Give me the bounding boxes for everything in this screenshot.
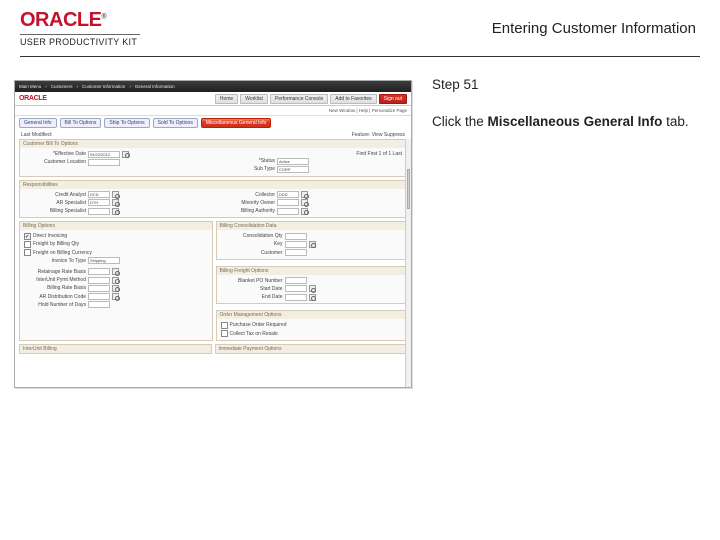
brand-trademark: ®: [101, 13, 106, 20]
breadcrumb-sep: ›: [129, 84, 131, 89]
instruction-after: tab.: [662, 114, 688, 129]
ar-specialist-input[interactable]: DTH: [88, 199, 110, 206]
breadcrumb: Main Menu › Customers › Customer Informa…: [15, 81, 411, 92]
minority-owner-input[interactable]: [277, 199, 299, 206]
checkbox-freight-qty[interactable]: [24, 241, 31, 248]
lookup-icon[interactable]: [112, 293, 119, 300]
tab-ship-to-options[interactable]: Ship To Options: [104, 118, 149, 128]
calendar-icon[interactable]: [309, 285, 316, 292]
field-sub-type: Sub Type CORP: [213, 165, 402, 173]
brand-word: ORACLE®: [20, 9, 140, 32]
nav-performance[interactable]: Performance Console: [270, 94, 328, 104]
instruction-text: Click the Miscellaneous General Info tab…: [432, 113, 696, 132]
panel-responsibilities: Responsibilities Credit AnalystDCD AR Sp…: [19, 180, 407, 219]
lookup-icon[interactable]: [112, 285, 119, 292]
page-title: Entering Customer Information: [492, 20, 696, 37]
instruction-before: Click the: [432, 114, 488, 129]
panel-freight-options: Billing Freight Options Blanket PO Numbe…: [216, 266, 408, 305]
breadcrumb-item: Main Menu: [19, 84, 41, 89]
checkbox-collect-tax[interactable]: [221, 330, 228, 337]
subheader-row: Last Modified: Feature: View Suppress: [15, 131, 411, 139]
app-screenshot: Main Menu › Customers › Customer Informa…: [14, 80, 412, 388]
nav-home[interactable]: Home: [215, 94, 238, 104]
subheader-right: Feature: View Suppress: [352, 132, 405, 138]
panel-header: Immediate Payment Options: [216, 345, 407, 353]
lookup-icon[interactable]: [301, 199, 308, 206]
brand-text: ORACLE: [20, 9, 101, 31]
lookup-icon[interactable]: [112, 277, 119, 284]
credit-analyst-input[interactable]: DCD: [88, 191, 110, 198]
panel-header: Billing Consolidation Data: [217, 222, 407, 230]
panel-header: InterUnit Billing: [20, 345, 211, 353]
lookup-icon[interactable]: [112, 191, 119, 198]
breadcrumb-item: Customer Information: [82, 84, 125, 89]
panel-immediate-payment: Immediate Payment Options: [215, 344, 408, 354]
breadcrumb-item: General Information: [135, 84, 175, 89]
breadcrumb-sep: ›: [77, 84, 79, 89]
window-links-text[interactable]: New Window | Help | Personalize Page: [329, 108, 407, 113]
panel-order-mgmt: Order Management Options Purchase Order …: [216, 310, 408, 340]
brand-logo: ORACLE® USER PRODUCTIVITY KIT: [20, 9, 140, 47]
brand-divider: [20, 34, 140, 35]
tab-bill-to-options[interactable]: Bill To Options: [60, 118, 102, 128]
billing-authority-input[interactable]: [277, 208, 299, 215]
breadcrumb-item: Customers: [51, 84, 73, 89]
field-customer-location: Customer Location: [24, 158, 213, 166]
billing-specialist-input[interactable]: [88, 208, 110, 215]
checkbox-po-required[interactable]: [221, 322, 228, 329]
collector-input[interactable]: DDD: [277, 191, 299, 198]
app-nav: Home Worklist Performance Console Add to…: [215, 94, 407, 104]
field-status: *Status Active: [213, 157, 402, 165]
step-label: Step 51: [432, 76, 696, 95]
panel-header: Responsibilities: [20, 181, 406, 189]
panel-billing-options: Billing Options ✔Direct Invoicing Freigh…: [19, 221, 213, 341]
field-effective-date: *Effective Date 04/22/2012: [24, 150, 213, 158]
scrollbar-thumb[interactable]: [407, 169, 410, 209]
nav-signout[interactable]: Sign out: [379, 94, 407, 104]
invoice-to-type-input[interactable]: Shipping: [88, 257, 120, 264]
calendar-icon[interactable]: [122, 151, 129, 158]
status-input[interactable]: Active: [277, 158, 309, 165]
panel-header: Customer Bill To Options: [20, 140, 406, 148]
lookup-icon[interactable]: [301, 208, 308, 215]
lookup-icon[interactable]: [309, 241, 316, 248]
app-topbar: ORACLE Home Worklist Performance Console…: [15, 92, 411, 106]
lookup-icon[interactable]: [112, 208, 119, 215]
sub-type-input[interactable]: CORP: [277, 166, 309, 173]
nav-worklist[interactable]: Worklist: [240, 94, 268, 104]
panel-consolidation: Billing Consolidation Data Consolidation…: [216, 221, 408, 260]
instruction-bold: Miscellaneous General Info: [488, 114, 663, 129]
panel-interunit-billing: InterUnit Billing: [19, 344, 212, 354]
pager-text: Find First 1 of 1 Last: [213, 150, 402, 157]
tab-sold-to-options[interactable]: Sold To Options: [153, 118, 198, 128]
form-body: Customer Bill To Options *Effective Date…: [15, 139, 411, 387]
scrollbar[interactable]: [405, 139, 411, 387]
header-rule: [20, 56, 700, 57]
checkbox-freight-currency[interactable]: [24, 249, 31, 256]
tab-misc-general-info[interactable]: Miscellaneous General Info: [201, 118, 272, 128]
nav-favorites[interactable]: Add to Favorites: [330, 94, 376, 104]
lookup-icon[interactable]: [112, 268, 119, 275]
window-links: New Window | Help | Personalize Page: [15, 106, 411, 116]
brand-subtitle: USER PRODUCTIVITY KIT: [20, 37, 140, 47]
checkbox-direct-invoicing[interactable]: ✔: [24, 233, 31, 240]
calendar-icon[interactable]: [309, 294, 316, 301]
panel-header: Billing Freight Options: [217, 267, 407, 275]
customer-location-input[interactable]: [88, 159, 120, 166]
lookup-icon[interactable]: [301, 191, 308, 198]
subheader-left: Last Modified:: [21, 132, 52, 138]
panel-bill-to-options: Customer Bill To Options *Effective Date…: [19, 139, 407, 177]
tab-strip: General Info Bill To Options Ship To Opt…: [15, 116, 411, 131]
effective-date-input[interactable]: 04/22/2012: [88, 151, 120, 158]
app-logo: ORACLE: [19, 95, 47, 102]
panel-header: Order Management Options: [217, 311, 407, 319]
panel-header: Billing Options: [20, 222, 212, 230]
tab-general-info[interactable]: General Info: [19, 118, 57, 128]
lookup-icon[interactable]: [112, 199, 119, 206]
breadcrumb-sep: ›: [45, 84, 47, 89]
